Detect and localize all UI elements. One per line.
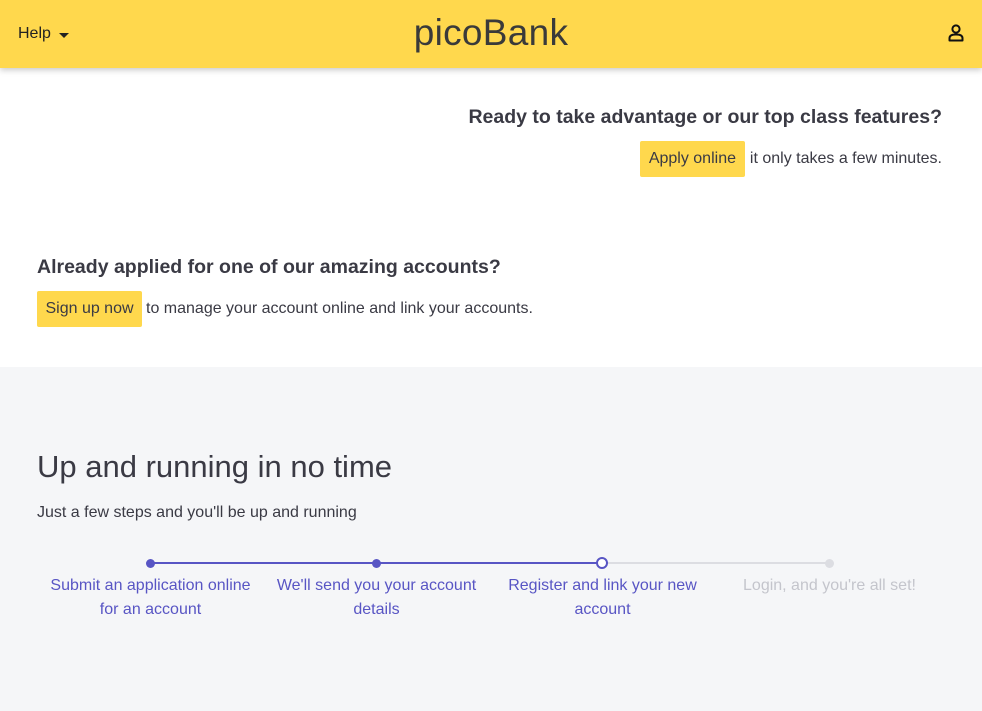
step-3-label-line1: Register and link your new	[508, 577, 697, 594]
stepper-connector-1	[150, 562, 376, 564]
step-2-dot	[372, 559, 381, 568]
step-1-label-line1: Submit an application online	[50, 577, 251, 594]
brand-logo[interactable]: picoBank	[0, 12, 982, 54]
sign-up-now-button[interactable]: Sign up now	[37, 291, 142, 327]
step-1-label-line2: for an account	[99, 601, 202, 618]
step-4-label: Login, and you're all set!	[722, 574, 937, 598]
stepper-connector-3	[602, 562, 829, 564]
step-1-label: Submit an application online for an acco…	[43, 574, 258, 622]
signup-row: Sign up now to manage your account onlin…	[37, 291, 533, 327]
step-2-label-line2: details	[353, 601, 400, 618]
apply-online-button[interactable]: Apply online	[639, 141, 745, 177]
user-icon[interactable]	[946, 23, 966, 43]
apply-trailing-text: it only takes a few minutes.	[749, 150, 942, 167]
onboarding-title: Up and running in no time	[37, 449, 393, 484]
step-1-dot	[146, 559, 155, 568]
signup-trailing-text: to manage your account online and link y…	[146, 300, 533, 317]
apply-row: Apply online it only takes a few minutes…	[639, 141, 942, 177]
onboarding-subtitle: Just a few steps and you'll be up and ru…	[37, 504, 357, 521]
stepper-connector-2	[376, 562, 602, 564]
progress-stepper: Submit an application online for an acco…	[0, 552, 982, 632]
signup-heading: Already applied for one of our amazing a…	[37, 256, 501, 278]
apply-heading: Ready to take advantage or our top class…	[468, 106, 942, 128]
step-3-dot	[596, 557, 608, 569]
step-4-label-line1: Login, and you're all set!	[743, 577, 916, 594]
step-3-label-line2: account	[574, 601, 631, 618]
top-header: Help picoBank	[0, 0, 982, 68]
step-4-dot	[825, 559, 834, 568]
step-3-label: Register and link your new account	[495, 574, 710, 622]
step-2-label-line1: We'll send you your account	[276, 577, 477, 594]
onboarding-section	[0, 367, 982, 711]
step-2-label: We'll send you your account details	[269, 574, 484, 622]
